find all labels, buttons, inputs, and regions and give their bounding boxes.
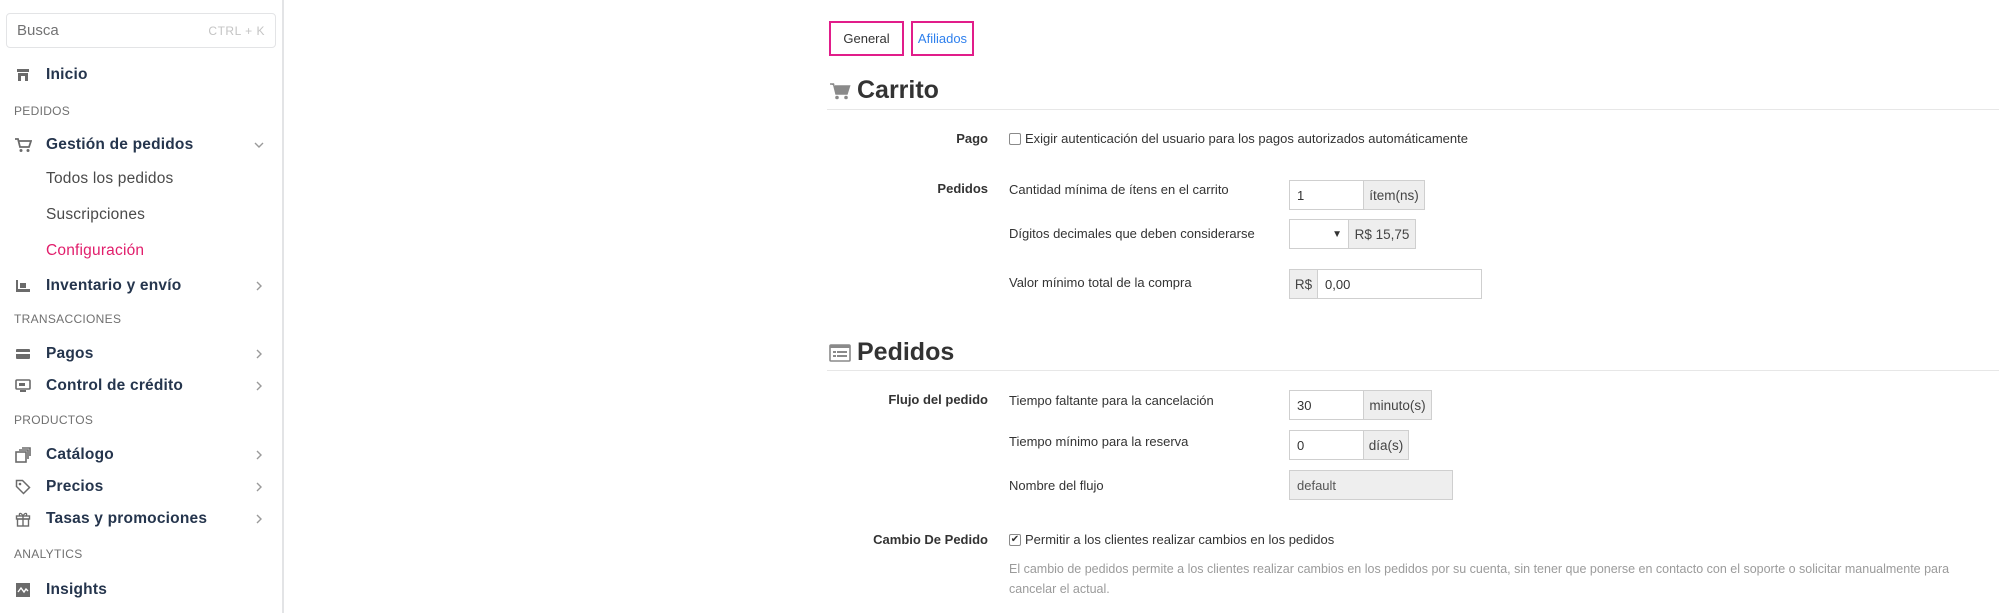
search-placeholder: Busca <box>17 22 59 39</box>
sidebar: Busca CTRL + K Inicio PEDIDOS Gestión de… <box>0 0 284 613</box>
reserva-time-label: Tiempo mínimo para la reserva <box>1009 434 1189 449</box>
section-title-carrito: Carrito <box>829 76 939 105</box>
cambio-help-line-2: cancelar el actual. <box>1009 582 1110 596</box>
tab-afiliados[interactable]: Afiliados <box>911 21 974 56</box>
cancel-time-input[interactable]: 30 <box>1289 390 1364 420</box>
caret-down-icon: ▼ <box>1332 228 1342 240</box>
sidebar-item-label: Precios <box>46 478 104 495</box>
section-transacciones: TRANSACCIONES <box>14 312 122 326</box>
list-icon <box>829 343 851 362</box>
chevron-right-icon <box>252 379 266 393</box>
pedidos-heading: Pedidos <box>857 338 955 366</box>
pago-auth-checkbox-label: Exigir autenticación del usuario para lo… <box>1025 131 1468 146</box>
section-analytics: ANALYTICS <box>14 547 83 561</box>
section-pedidos: PEDIDOS <box>14 104 71 118</box>
sidebar-item-precios[interactable]: Precios <box>0 473 282 501</box>
shipping-icon <box>14 277 32 295</box>
pago-label: Pago <box>956 131 988 146</box>
min-total-input[interactable]: 0,00 <box>1317 269 1482 299</box>
sidebar-item-control-credito[interactable]: Control de crédito <box>0 372 282 400</box>
reserva-time-unit: día(s) <box>1363 430 1409 460</box>
sidebar-item-label: Todos los pedidos <box>46 170 174 187</box>
cart-icon <box>14 136 32 154</box>
card-icon <box>14 345 32 363</box>
decimal-digits-label: Dígitos decimales que deben considerarse <box>1009 226 1255 241</box>
flujo-name-input[interactable]: default <box>1289 470 1453 500</box>
sidebar-item-label: Inventario y envío <box>46 277 182 294</box>
sidebar-item-gestion-pedidos[interactable]: Gestión de pedidos <box>0 131 282 159</box>
chevron-right-icon <box>252 347 266 361</box>
search-input[interactable]: Busca CTRL + K <box>6 13 276 48</box>
cambio-checkbox[interactable]: ✔ <box>1009 534 1021 546</box>
chevron-right-icon <box>252 279 266 293</box>
tab-general[interactable]: General <box>829 21 904 56</box>
section-productos: PRODUCTOS <box>14 413 94 427</box>
reserva-time-input[interactable]: 0 <box>1289 430 1364 460</box>
min-total-label: Valor mínimo total de la compra <box>1009 275 1192 290</box>
chevron-down-icon <box>252 138 266 152</box>
sidebar-item-tasas-promociones[interactable]: Tasas y promociones <box>0 505 282 533</box>
pedidos-label: Pedidos <box>937 181 988 196</box>
cambio-label: Cambio De Pedido <box>873 532 988 547</box>
catalog-icon <box>14 446 32 464</box>
divider <box>827 109 1999 110</box>
gift-icon <box>14 510 32 528</box>
sidebar-item-label: Tasas y promociones <box>46 510 208 527</box>
carrito-heading: Carrito <box>857 76 939 104</box>
tag-icon <box>14 478 32 496</box>
section-title-pedidos: Pedidos <box>829 338 954 367</box>
sidebar-item-label: Catálogo <box>46 446 114 463</box>
decimal-preview: R$ 15,75 <box>1348 219 1416 249</box>
insights-icon <box>14 581 32 599</box>
credit-icon <box>14 377 32 395</box>
chevron-right-icon <box>252 448 266 462</box>
sidebar-item-configuracion[interactable]: Configuración <box>0 237 282 265</box>
sidebar-item-label: Inicio <box>46 66 88 83</box>
store-icon <box>14 66 32 84</box>
cambio-help-line-1: El cambio de pedidos permite a los clien… <box>1009 562 1950 576</box>
sidebar-item-catalogo[interactable]: Catálogo <box>0 441 282 469</box>
search-shortcut: CTRL + K <box>208 23 265 38</box>
divider <box>827 370 1999 371</box>
cancel-time-label: Tiempo faltante para la cancelación <box>1009 393 1214 408</box>
sidebar-item-label: Control de crédito <box>46 377 184 394</box>
pago-auth-checkbox[interactable] <box>1009 133 1021 145</box>
sidebar-item-insights[interactable]: Insights <box>0 576 282 604</box>
cart-icon <box>829 82 851 100</box>
sidebar-item-inicio[interactable]: Inicio <box>0 61 282 89</box>
flujo-label: Flujo del pedido <box>888 392 988 407</box>
min-items-unit: ítem(ns) <box>1363 180 1425 210</box>
min-items-label: Cantidad mínima de ítens en el carrito <box>1009 182 1229 197</box>
sidebar-item-pagos[interactable]: Pagos <box>0 340 282 368</box>
chevron-right-icon <box>252 512 266 526</box>
sidebar-item-inventario[interactable]: Inventario y envío <box>0 272 282 300</box>
sidebar-item-suscripciones[interactable]: Suscripciones <box>0 201 282 229</box>
sidebar-item-label: Pagos <box>46 345 94 362</box>
sidebar-item-todos-pedidos[interactable]: Todos los pedidos <box>0 165 282 193</box>
sidebar-item-label: Insights <box>46 581 108 598</box>
cancel-time-unit: minuto(s) <box>1363 390 1432 420</box>
min-items-input[interactable]: 1 <box>1289 180 1364 210</box>
flujo-name-label: Nombre del flujo <box>1009 478 1104 493</box>
sidebar-item-label: Configuración <box>46 242 145 259</box>
sidebar-item-label: Suscripciones <box>46 206 146 223</box>
cambio-checkbox-label: Permitir a los clientes realizar cambios… <box>1025 532 1335 547</box>
sidebar-item-label: Gestión de pedidos <box>46 136 194 153</box>
decimal-digits-select[interactable]: ▼ <box>1289 219 1349 249</box>
chevron-right-icon <box>252 480 266 494</box>
min-total-currency: R$ <box>1289 269 1318 299</box>
